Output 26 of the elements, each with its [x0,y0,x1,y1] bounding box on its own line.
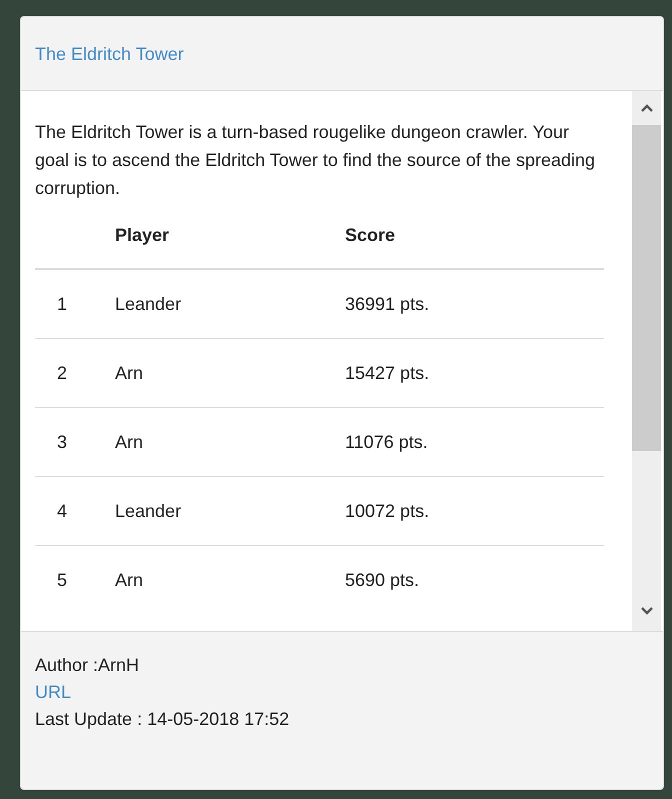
player-cell: Arn [115,570,144,590]
url-link[interactable]: URL [35,679,72,706]
player-cell: Leander [115,501,182,521]
rank-cell: 2 [57,363,68,383]
column-header: Score [345,225,396,245]
player-cell: Arn [115,363,144,383]
rank-cell: 1 [57,294,68,314]
description: The Eldritch Tower is a turn-based rougelike dungeon crawler. Your goal is to ascend the Eldritch Tower to find the source of the spreading corruption. [35,121,596,200]
scroll-up-icon[interactable] [640,104,652,112]
scrollbar-thumb[interactable] [632,125,661,451]
rank-cell: 4 [57,501,68,521]
last-update-text: Last Update : 14-05-2018 17:52 [35,708,290,731]
score-cell: 36991 pts. [345,294,430,314]
score-cell: 10072 pts. [345,501,430,521]
score-cell: 5690 pts. [345,570,420,590]
scroll-down-icon[interactable] [640,607,652,615]
player-cell: Arn [115,432,144,452]
column-header: Player [115,225,170,245]
rank-cell: 5 [57,570,68,590]
rank-cell: 3 [57,432,68,452]
author-text: Author :ArnH [35,654,140,677]
panel-title: The Eldritch Tower [35,44,184,64]
score-cell: 15427 pts. [345,363,430,383]
score-cell: 11076 pts. [345,432,428,452]
player-cell: Leander [115,294,182,314]
scrollbar[interactable] [632,91,661,631]
